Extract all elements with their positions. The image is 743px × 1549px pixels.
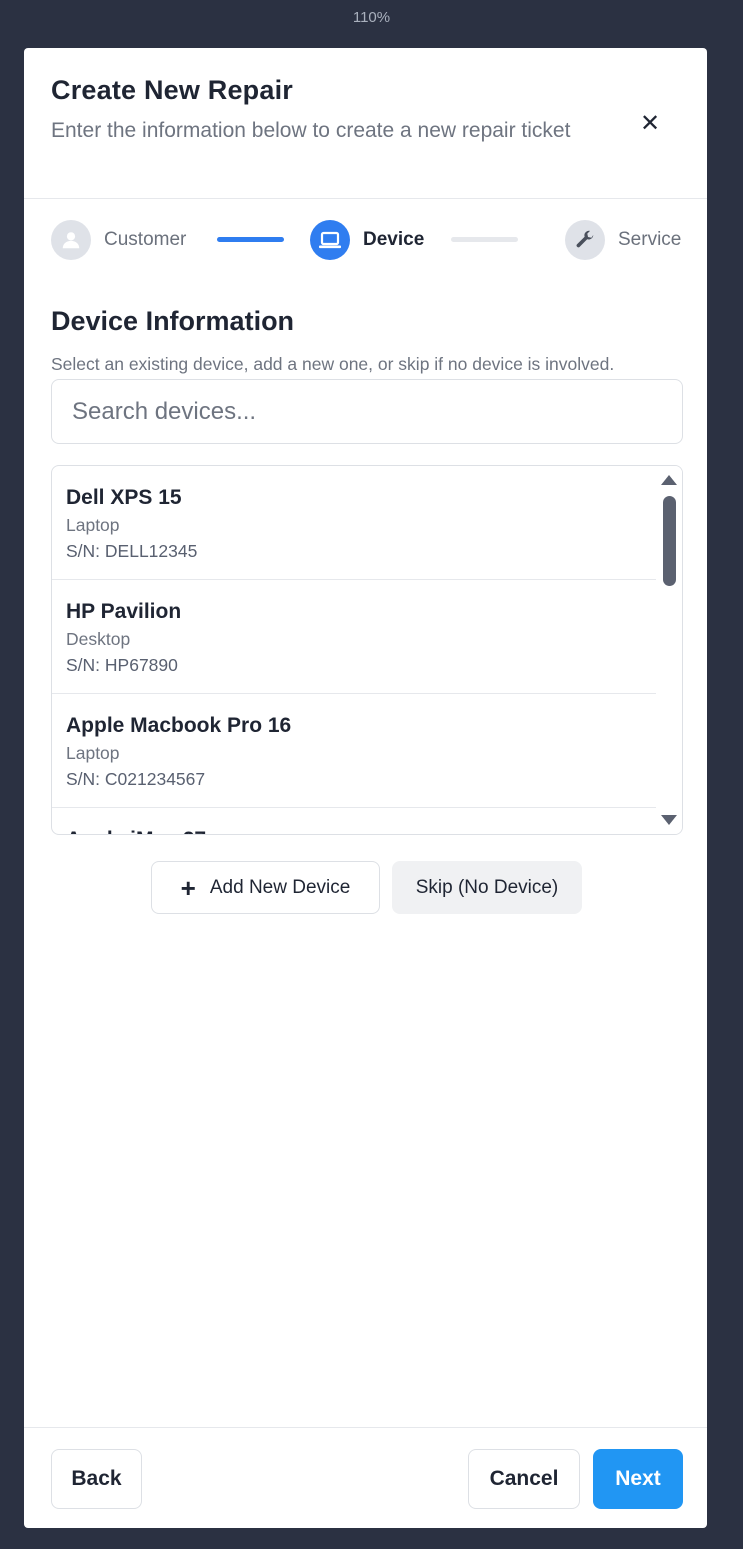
section-description: Select an existing device, add a new one… xyxy=(51,354,615,374)
step-customer[interactable]: Customer xyxy=(51,219,186,261)
close-icon[interactable]: ✕ xyxy=(639,112,661,136)
user-icon xyxy=(51,220,91,260)
list-item[interactable]: Apple Macbook Pro 16 Laptop S/N: C021234… xyxy=(52,694,657,808)
modal-title: Create New Repair xyxy=(51,75,293,105)
zoom-level: 110% xyxy=(352,9,391,26)
create-repair-modal: Create New Repair Enter the information … xyxy=(24,48,707,1528)
device-serial: S/N: C021234567 xyxy=(66,769,206,789)
back-button[interactable]: Back xyxy=(51,1449,142,1509)
modal-header: Create New Repair Enter the information … xyxy=(24,48,707,199)
modal-subtitle: Enter the information below to create a … xyxy=(51,119,571,142)
stepper: Customer Device Service xyxy=(51,219,683,261)
device-serial: S/N: HP67890 xyxy=(66,655,178,675)
step-label-service: Service xyxy=(618,229,682,250)
scroll-thumb[interactable] xyxy=(663,496,676,586)
device-name: Dell XPS 15 xyxy=(66,486,182,509)
laptop-icon xyxy=(310,220,350,260)
add-device-label: Add New Device xyxy=(209,876,351,898)
wrench-icon xyxy=(565,220,605,260)
step-connector-1 xyxy=(217,237,284,242)
step-connector-2 xyxy=(451,237,518,242)
plus-icon: + xyxy=(180,872,196,903)
device-name: Apple iMac 27 xyxy=(66,826,657,834)
scroll-down-arrow-icon[interactable] xyxy=(661,815,677,825)
next-button[interactable]: Next xyxy=(593,1449,683,1509)
step-label-customer: Customer xyxy=(104,229,187,250)
device-serial: S/N: DELL12345 xyxy=(66,541,198,561)
add-device-button[interactable]: + Add New Device xyxy=(151,861,380,914)
scroll-up-arrow-icon[interactable] xyxy=(661,475,677,485)
device-name: Apple Macbook Pro 16 xyxy=(66,714,292,737)
skip-device-button[interactable]: Skip (No Device) xyxy=(392,861,582,914)
step-device[interactable]: Device xyxy=(310,219,424,261)
list-item[interactable]: Dell XPS 15 Laptop S/N: DELL12345 xyxy=(52,466,657,580)
device-type: Laptop xyxy=(66,743,120,763)
device-list[interactable]: Dell XPS 15 Laptop S/N: DELL12345 HP Pav… xyxy=(51,465,683,835)
device-type: Laptop xyxy=(66,515,120,535)
search-input[interactable] xyxy=(51,379,683,444)
scrollbar[interactable] xyxy=(656,466,682,834)
step-service[interactable]: Service xyxy=(565,219,681,261)
list-item[interactable]: Apple iMac 27 xyxy=(52,808,657,834)
cancel-button[interactable]: Cancel xyxy=(468,1449,580,1509)
modal-footer: Back Cancel Next xyxy=(24,1427,707,1528)
step-label-device: Device xyxy=(363,229,425,250)
device-name: HP Pavilion xyxy=(66,600,182,623)
device-type: Desktop xyxy=(66,629,131,649)
section-title: Device Information xyxy=(51,306,295,336)
list-item[interactable]: HP Pavilion Desktop S/N: HP67890 xyxy=(52,580,657,694)
